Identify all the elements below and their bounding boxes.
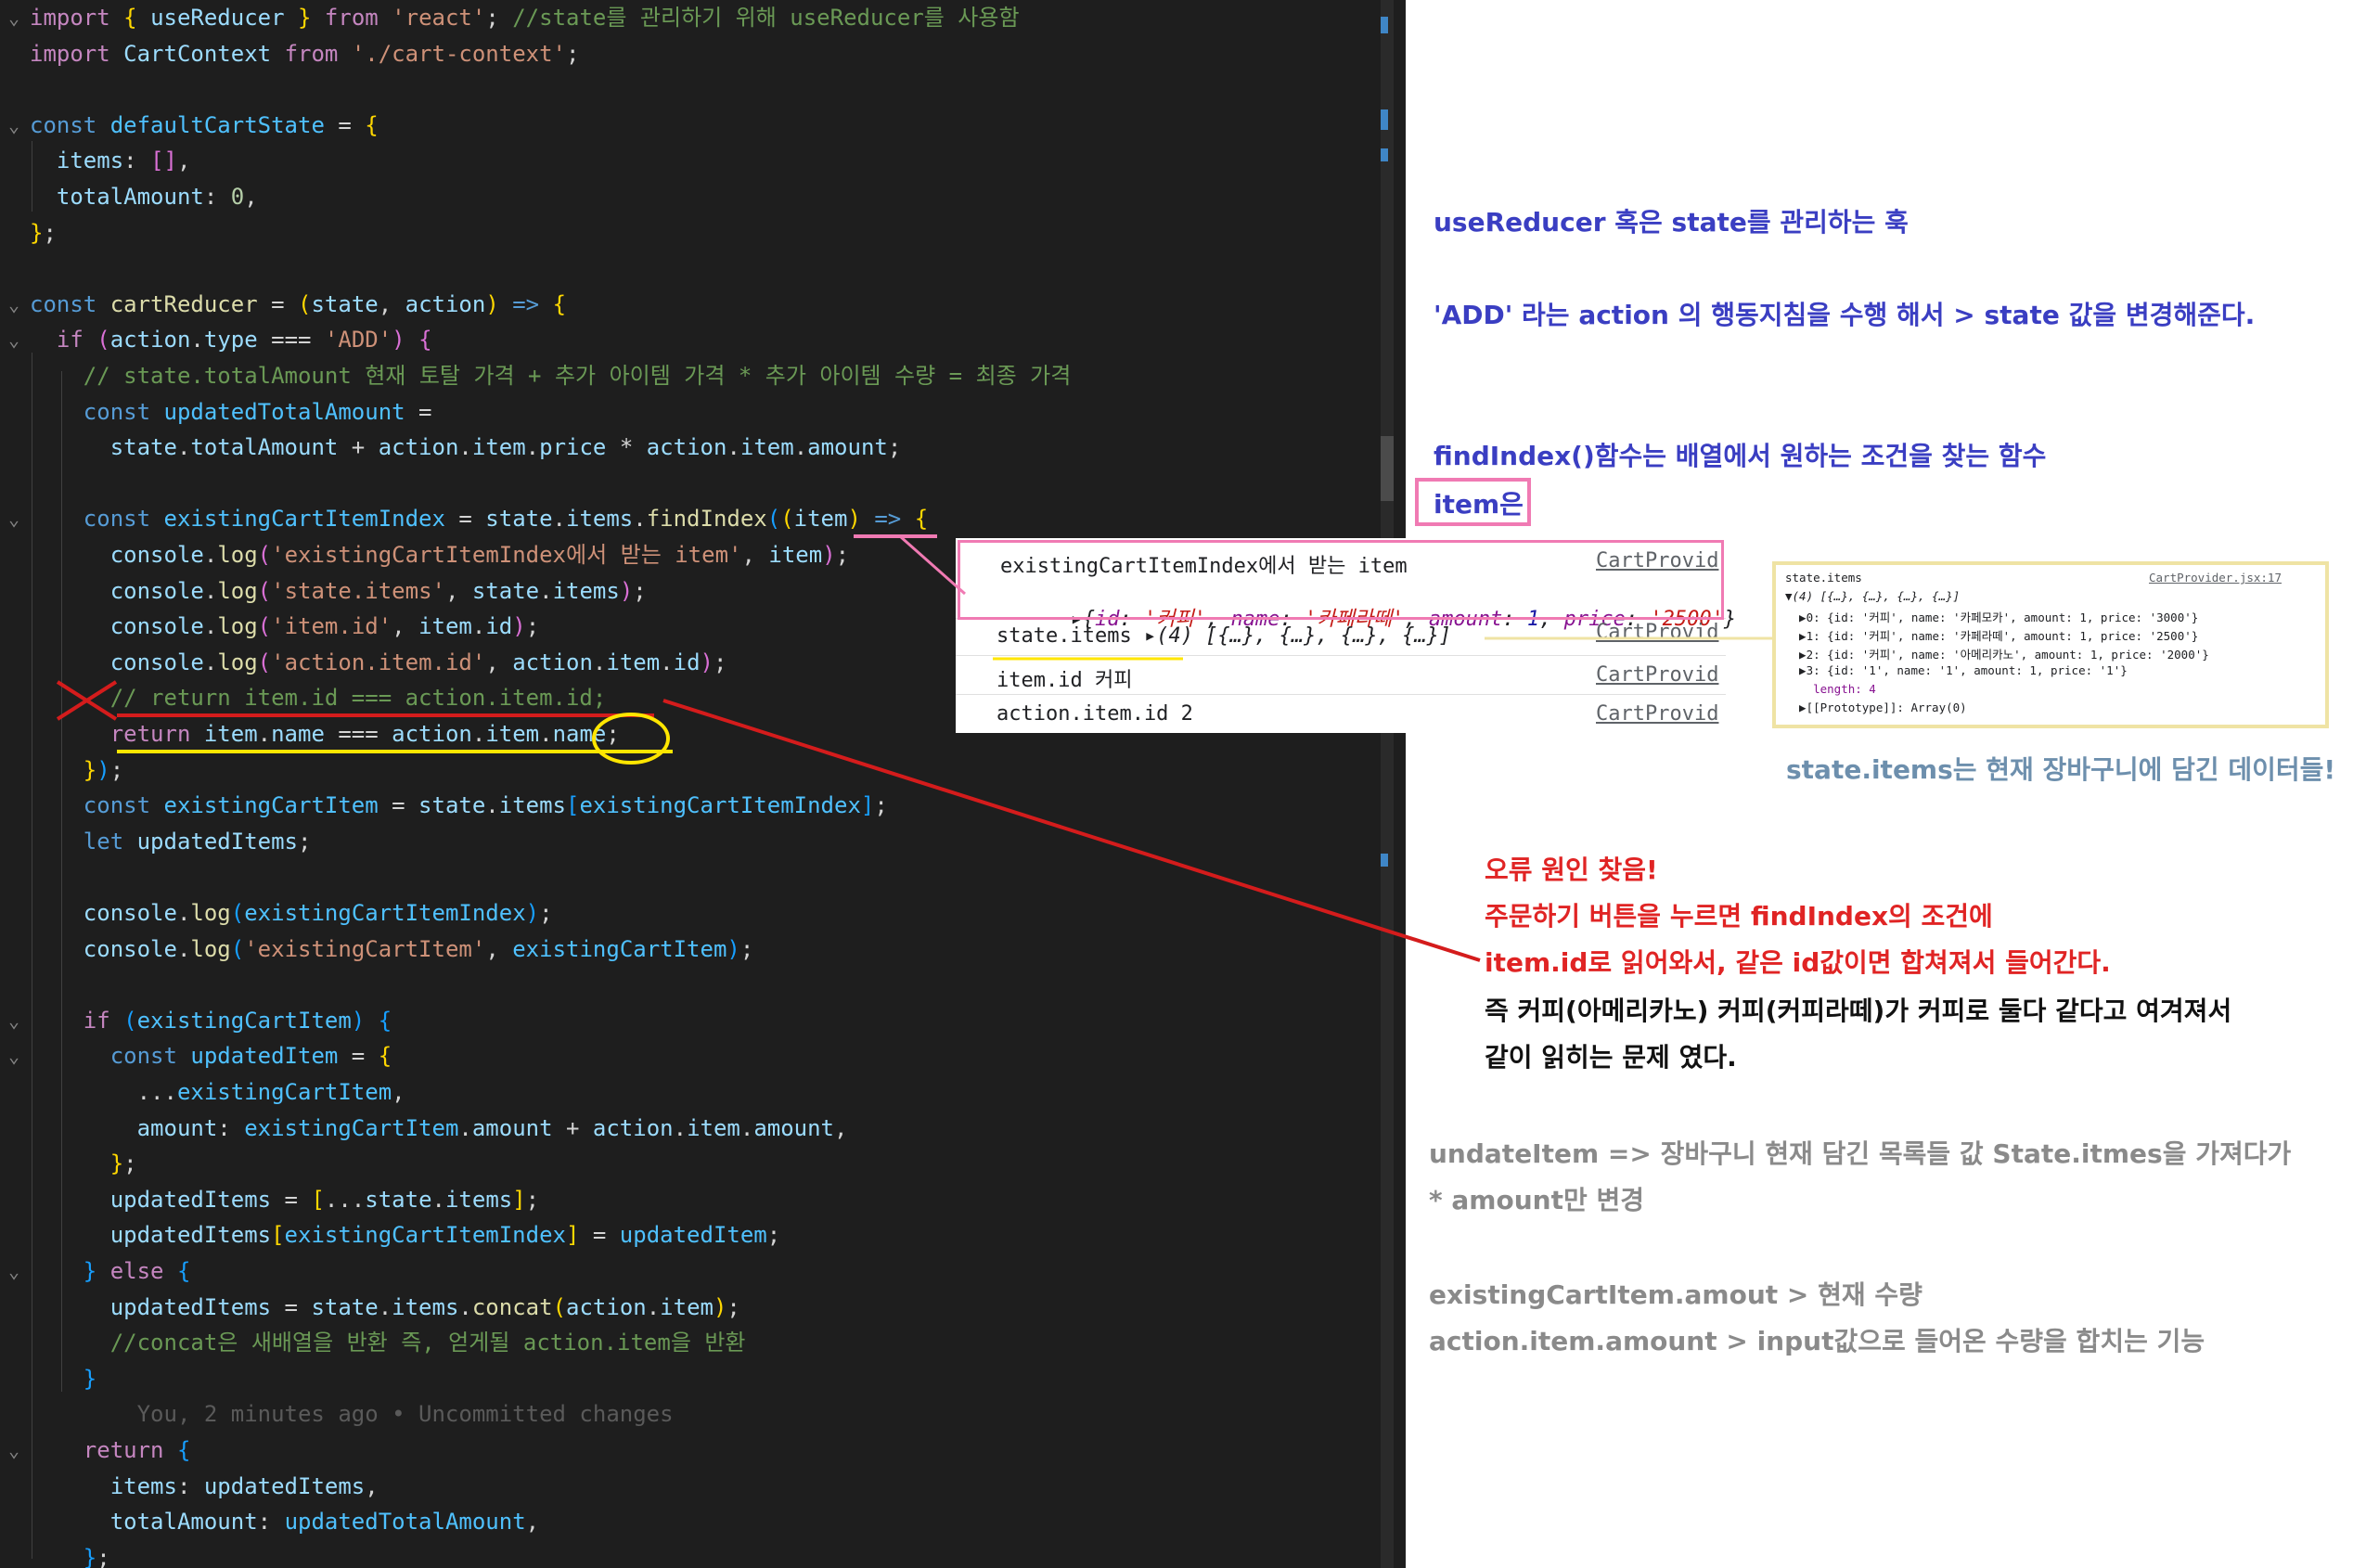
arrow-to-error-note [662, 699, 1481, 962]
annotation-overlay [56, 534, 1774, 962]
circle-name-highlight [592, 713, 670, 765]
pink-connector [899, 534, 966, 596]
